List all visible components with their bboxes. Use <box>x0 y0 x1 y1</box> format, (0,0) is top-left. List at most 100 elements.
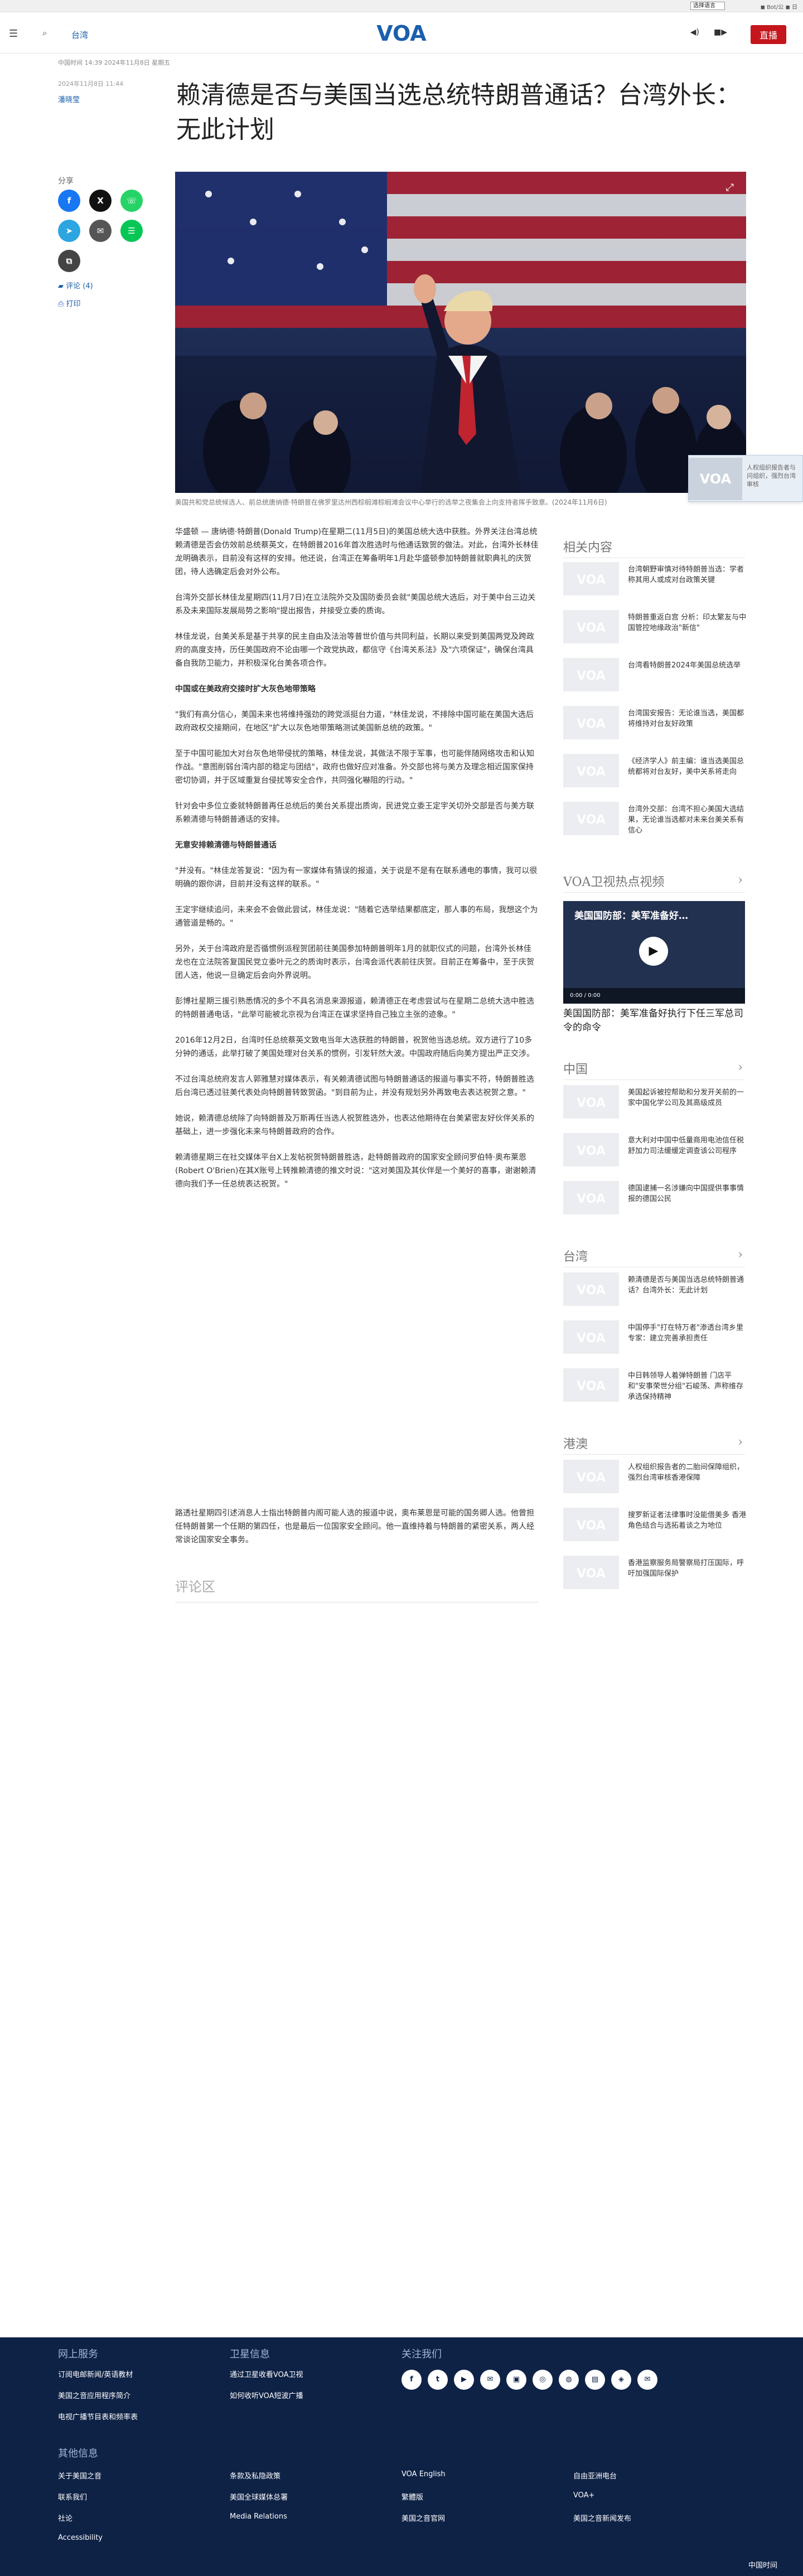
taiwan-header[interactable]: 台湾 › <box>563 1247 745 1267</box>
svg-text:VOA: VOA <box>577 1379 606 1393</box>
article-thumbnail: VOA <box>563 1133 619 1166</box>
related-item[interactable]: VOA 《经济学人》前主编：谁当选美国总统都将对台友好，美中关系将走向 <box>563 754 748 794</box>
play-icon[interactable]: ▶ <box>639 937 668 966</box>
related-item[interactable]: VOA 台湾外交部：台湾不担心美国大选结果，无论谁当选都对未来台美关系有信心 <box>563 802 748 842</box>
article-paragraph: 华盛顿 — 唐纳德·特朗普(Donald Trump)在星期二(11月5日)的美… <box>175 527 539 577</box>
hk-header[interactable]: 港澳 › <box>563 1434 745 1455</box>
comment-zone-title: 评论区 <box>175 1579 215 1595</box>
svg-text:VOA: VOA <box>577 1284 606 1297</box>
footer-info-link[interactable]: 美国之音新闻发布 <box>573 2512 631 2523</box>
footer-link[interactable]: 通过卫星收看VOA卫视 <box>230 2369 303 2379</box>
taiwan-title: 台湾 <box>563 1250 588 1264</box>
footer-info-link[interactable]: 社论 <box>58 2512 72 2523</box>
telegram-icon[interactable]: ▤ <box>585 2370 605 2390</box>
video-icon[interactable]: ■▶ <box>714 28 727 37</box>
related-item-title: 台湾看特朗普2024年美国总统选举 <box>628 661 741 670</box>
video-header[interactable]: VOA卫视热点视频 › <box>563 872 745 893</box>
china-item[interactable]: VOA 意大利对中国中低量商用电池信任税舒加力司法缓缓定调查该公司程序 <box>563 1133 748 1173</box>
related-header[interactable]: 相关内容 <box>563 538 745 558</box>
audio-icon[interactable]: ◀) <box>690 28 699 37</box>
footer-info-link[interactable]: Accessibility <box>58 2534 103 2542</box>
print-link[interactable]: ⎙ 打印 <box>58 298 81 308</box>
related-item[interactable]: VOA 台湾看特朗普2024年美国总统选举 <box>563 658 748 698</box>
taiwan-item[interactable]: VOA 赖清德是否与美国当选总统特朗普通话？台湾外长：无此计划 <box>563 1272 748 1313</box>
video-player[interactable]: 美国国防部：美军准备好… ▶ 0:00 / 0:00 <box>563 901 745 1004</box>
whatsapp-share-icon[interactable]: ☏ <box>120 190 143 212</box>
footer-info-link[interactable]: VOA+ <box>573 2491 594 2500</box>
x-icon[interactable]: t <box>428 2370 448 2390</box>
comments-label: 评论 (4) <box>66 282 93 290</box>
footer-info-link[interactable]: VOA English <box>402 2470 446 2478</box>
hk-title: 港澳 <box>563 1437 588 1451</box>
taiwan-item-title: 赖清德是否与美国当选总统特朗普通话？台湾外长：无此计划 <box>628 1276 744 1295</box>
expand-icon[interactable]: ⤢ <box>726 182 734 193</box>
email-share-icon[interactable]: ✉ <box>89 220 112 242</box>
section-heading: 无意安排赖清德与特朗普通话 <box>175 841 277 850</box>
video-caption[interactable]: 美国国防部：美军准备好执行下任三军总司令的命令 <box>563 1007 745 1035</box>
comment-icon: ▰ <box>58 282 66 290</box>
telegram-share-icon[interactable]: ➤ <box>58 220 80 242</box>
top-links[interactable]: ◼ Bot/公 ◼ 日 <box>761 2 797 11</box>
related-item[interactable]: VOA 台湾国安报告：无论谁当选，美国都将维持对台友好政策 <box>563 706 748 746</box>
line-icon[interactable]: ◎ <box>533 2370 553 2390</box>
footer-info-link[interactable]: 美国之音官网 <box>402 2512 445 2523</box>
video-controls[interactable]: 0:00 / 0:00 <box>563 988 745 1004</box>
china-header[interactable]: 中国 › <box>563 1059 745 1080</box>
facebook-icon[interactable]: f <box>402 2370 422 2390</box>
dateline: 中国时间 14:39 2024年11月8日 星期五 <box>58 59 171 66</box>
chevron-right-icon: › <box>738 1248 743 1262</box>
footer-link[interactable]: 如何收听VOA短波广播 <box>230 2390 303 2400</box>
svg-text:VOA: VOA <box>577 1192 606 1206</box>
x-share-icon[interactable]: X <box>89 190 112 212</box>
chevron-right-icon: › <box>738 1061 743 1074</box>
copy-link-icon[interactable]: ⧉ <box>58 250 80 272</box>
menu-icon[interactable]: ☰ <box>9 28 18 40</box>
search-icon[interactable]: ⌕ <box>42 28 47 38</box>
line-share-icon[interactable]: ☰ <box>120 220 143 242</box>
author-link[interactable]: 潘晓莹 <box>58 94 80 104</box>
instagram-icon[interactable]: ▣ <box>506 2370 526 2390</box>
article-paragraph: 台湾外交部长林佳龙星期四(11月7日)在立法院外交及国防委员会就"美国总统大选后… <box>175 593 536 616</box>
section-link[interactable]: 台湾 <box>71 29 88 41</box>
language-select[interactable]: 选择语言 <box>690 2 725 10</box>
hk-item[interactable]: VOA 搜罗新证者法律事时没能借美多 香港角色结合与选拓着谈之为地位 <box>563 1508 748 1548</box>
floating-related-card[interactable]: VOA 人权组织报告者与问组织，强烈台湾审核 <box>688 455 803 502</box>
related-item[interactable]: VOA 台湾朝野审慎对待特朗普当选：学者称其用人或成对台政策关键 <box>563 562 748 602</box>
weibo-icon[interactable]: ◍ <box>559 2370 579 2390</box>
footer-info-link[interactable]: 自由亚洲电台 <box>573 2470 617 2481</box>
footer-info-link[interactable]: 条款及私隐政策 <box>230 2470 280 2481</box>
taiwan-item[interactable]: VOA 中国停手"打在特万者"渗透台湾乡里 专家：建立完善承担责任 <box>563 1320 748 1360</box>
china-item[interactable]: VOA 德国逮捕一名涉嫌向中国提供事事情报的德国公民 <box>563 1181 748 1221</box>
footer-online-title: 网上服务 <box>58 2349 98 2360</box>
svg-text:VOA: VOA <box>577 1567 606 1581</box>
footer-link[interactable]: 电视广播节目表和频率表 <box>58 2411 138 2422</box>
footer-info-link[interactable]: 繁體版 <box>402 2491 423 2502</box>
facebook-share-icon[interactable]: f <box>58 190 80 212</box>
floating-card-text: 人权组织报告者与问组织，强烈台湾审核 <box>747 464 796 488</box>
footer-info-link[interactable]: 美国全球媒体总署 <box>230 2491 288 2502</box>
article-thumbnail: VOA <box>563 562 619 595</box>
article-endnote: 路透社星期四引述消息人士指出特朗普内阁可能人选的报道中说，奥布莱恩是可能的国务卿… <box>175 1509 534 1544</box>
podcast-icon[interactable]: ◈ <box>611 2370 631 2390</box>
hk-item[interactable]: VOA 人权组织报告者的二胎间保障组织，强烈台湾审核香港保障 <box>563 1460 748 1500</box>
footer-info-link[interactable]: 关于美国之音 <box>58 2470 101 2481</box>
related-item[interactable]: VOA 特朗普重返白宫 分析：印太繁友与中国管控地缘政治"新信" <box>563 610 748 650</box>
svg-text:VOA: VOA <box>577 1471 606 1485</box>
svg-text:VOA: VOA <box>577 1144 606 1158</box>
taiwan-item[interactable]: VOA 中日韩领导人着弹特朗普 门店平和"安事荣世分组"石峻荡、声称维存承选保持精… <box>563 1368 748 1408</box>
live-button[interactable]: 直播 <box>750 25 786 44</box>
footer-link[interactable]: 美国之音应用程序简介 <box>58 2390 130 2400</box>
newsletter-icon[interactable]: ✉ <box>637 2370 657 2390</box>
youtube-icon[interactable]: ▶ <box>454 2370 474 2390</box>
voa-logo[interactable]: VOA <box>373 22 430 45</box>
related-title: 相关内容 <box>563 541 613 555</box>
footer-language[interactable]: 中国时间 <box>748 2559 777 2570</box>
footer-info-link[interactable]: 联系我们 <box>58 2491 87 2502</box>
hk-item[interactable]: VOA 香港监察服务局警察局打压国际，呼吁加强国际保护 <box>563 1556 748 1596</box>
lead-photo[interactable]: ⤢ <box>175 172 746 493</box>
comments-link[interactable]: ▰ 评论 (4) <box>58 280 93 290</box>
email-icon[interactable]: ✉ <box>480 2370 500 2390</box>
china-item[interactable]: VOA 美国起诉被控帮助和分发开关前的一家中国化学公司及其高级成员 <box>563 1085 748 1125</box>
footer-link[interactable]: 订阅电邮新闻/英语教材 <box>58 2369 133 2379</box>
footer-info-link[interactable]: Media Relations <box>230 2512 287 2521</box>
